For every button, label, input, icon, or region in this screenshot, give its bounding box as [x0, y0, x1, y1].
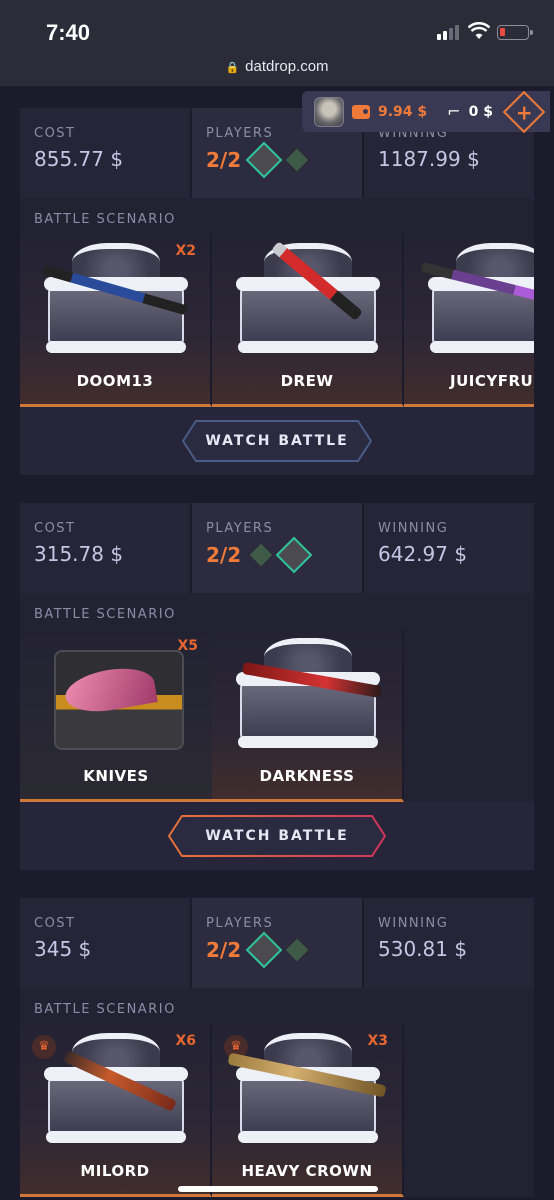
wallet-bar: 9.94 $ ⌐ 0 $ + — [302, 90, 550, 133]
case-multiplier: X6 — [175, 1033, 196, 1049]
wifi-icon — [468, 22, 490, 39]
case-list: ♛ X6 MILORD ♛ X3 HEAVY CROWN — [20, 1025, 534, 1197]
players-count: 2/2 — [206, 148, 242, 172]
player-avatar[interactable] — [245, 931, 283, 969]
cost-stat: COST 315.78 $ — [20, 503, 192, 593]
wallet-icon — [352, 104, 370, 119]
cellular-signal-icon — [437, 24, 463, 40]
case-multiplier: X3 — [367, 1033, 388, 1049]
case-list: X5 KNIVES DARKNESS — [20, 630, 534, 802]
plus-icon: + — [515, 99, 533, 124]
watch-area: WATCH BATTLE — [20, 407, 534, 475]
battle-scenario-label: BATTLE SCENARIO — [34, 607, 176, 622]
watch-battle-button[interactable]: WATCH BATTLE — [168, 815, 386, 857]
player-avatar[interactable] — [282, 145, 312, 175]
battle-card: COST 315.78 $ PLAYERS 2/2 WINNING 642.97… — [20, 503, 534, 870]
player-avatar[interactable] — [282, 935, 312, 965]
players-label: PLAYERS — [206, 521, 274, 536]
case-multiplier: X2 — [175, 243, 196, 259]
battle-scenario-label: BATTLE SCENARIO — [34, 1002, 176, 1017]
players-stat: PLAYERS 2/2 — [192, 898, 364, 988]
case-item[interactable]: DARKNESS — [212, 630, 404, 802]
winning-label: WINNING — [378, 521, 449, 536]
cost-value: 345 $ — [34, 937, 92, 961]
lock-icon: 🔒 — [225, 61, 240, 74]
battle-card: COST 855.77 $ PLAYERS 2/2 WINNING 1187.9… — [20, 108, 534, 475]
case-item[interactable]: JUICYFRUITY — [404, 235, 534, 407]
case-name: MILORD — [80, 1162, 150, 1180]
case-item[interactable]: X2 DOOM13 — [20, 235, 212, 407]
cost-label: COST — [34, 126, 76, 141]
winning-stat: WINNING 530.81 $ — [364, 898, 534, 988]
url-bar[interactable]: 🔒 datdrop.com — [0, 56, 554, 86]
case-item[interactable]: DREW — [212, 235, 404, 407]
battle-card: COST 345 $ PLAYERS 2/2 WINNING 530.81 $ … — [20, 898, 534, 1197]
cost-label: COST — [34, 916, 76, 931]
case-item[interactable]: ♛ X3 HEAVY CROWN — [212, 1025, 404, 1197]
battery-icon — [497, 25, 533, 40]
clock: 7:40 — [46, 20, 91, 45]
add-funds-button[interactable]: + — [502, 90, 546, 133]
battle-scenario-label: BATTLE SCENARIO — [34, 212, 176, 227]
case-name: DOOM13 — [76, 372, 154, 390]
player-avatar[interactable] — [246, 540, 276, 570]
winning-value: 1187.99 $ — [378, 147, 480, 171]
players-count: 2/2 — [206, 543, 242, 567]
cost-stat: COST 345 $ — [20, 898, 192, 988]
ios-status-bar: 7:40 — [0, 0, 554, 56]
skin-balance-value: 0 $ — [468, 103, 493, 120]
player-avatar[interactable] — [275, 536, 313, 574]
cost-label: COST — [34, 521, 76, 536]
watch-area: WATCH BATTLE — [20, 802, 534, 870]
crown-icon: ♛ — [32, 1035, 56, 1059]
cost-value: 855.77 $ — [34, 147, 124, 171]
case-name: DREW — [280, 372, 334, 390]
cost-stat: COST 855.77 $ — [20, 108, 192, 198]
url-text: datdrop.com — [245, 58, 329, 75]
case-item[interactable]: ♛ X6 MILORD — [20, 1025, 212, 1197]
case-name: HEAVY CROWN — [241, 1162, 373, 1180]
battle-stats: COST 345 $ PLAYERS 2/2 WINNING 530.81 $ — [20, 898, 534, 988]
players-label: PLAYERS — [206, 916, 274, 931]
case-name: JUICYFRUITY — [450, 372, 534, 390]
winning-label: WINNING — [378, 916, 449, 931]
cost-value: 315.78 $ — [34, 542, 124, 566]
case-list: X2 DOOM13 DREW JUICYFRUITY — [20, 235, 534, 407]
home-indicator[interactable] — [178, 1186, 378, 1192]
user-avatar[interactable] — [314, 96, 344, 127]
watch-battle-label: WATCH BATTLE — [205, 828, 349, 844]
case-item[interactable]: X5 KNIVES — [20, 630, 212, 802]
watch-battle-button[interactable]: WATCH BATTLE — [182, 420, 372, 462]
winning-stat: WINNING 642.97 $ — [364, 503, 534, 593]
players-stat: PLAYERS 2/2 — [192, 503, 364, 593]
balance-value: 9.94 $ — [378, 103, 428, 120]
winning-value: 530.81 $ — [378, 937, 468, 961]
watch-battle-label: WATCH BATTLE — [205, 433, 349, 449]
pistol-icon: ⌐ — [447, 102, 461, 121]
winning-value: 642.97 $ — [378, 542, 468, 566]
battle-stats: COST 315.78 $ PLAYERS 2/2 WINNING 642.97… — [20, 503, 534, 593]
case-multiplier: X5 — [177, 638, 198, 654]
player-avatar[interactable] — [245, 141, 283, 179]
players-count: 2/2 — [206, 938, 242, 962]
case-name: DARKNESS — [259, 767, 355, 785]
case-name: KNIVES — [83, 767, 149, 785]
